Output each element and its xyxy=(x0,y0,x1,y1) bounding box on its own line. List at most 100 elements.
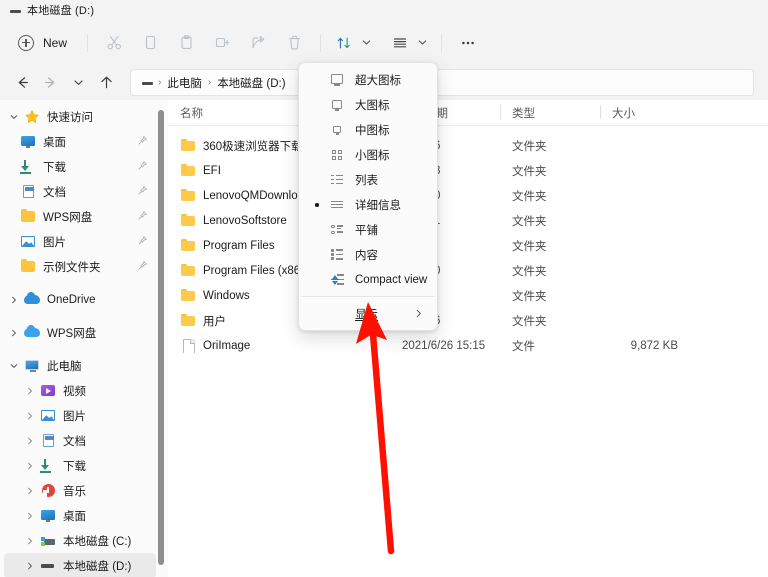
table-row[interactable]: 用户 7 16:06 文件夹 xyxy=(168,308,768,333)
folder-icon xyxy=(20,208,37,225)
chevron-right-icon[interactable] xyxy=(20,412,40,420)
breadcrumb-item-1[interactable]: 本地磁盘 (D:) xyxy=(213,75,289,91)
cloud-icon xyxy=(24,291,41,308)
sidebar-item-documents-pc[interactable]: 文档 xyxy=(4,428,156,453)
column-header-type[interactable]: 类型 xyxy=(500,100,600,126)
sidebar-item-drive-c[interactable]: 本地磁盘 (C:) xyxy=(4,528,156,553)
pin-icon[interactable] xyxy=(137,135,148,149)
sidebar-item-documents[interactable]: 文档 xyxy=(4,179,156,204)
sidebar-item-wps-cloud-folder[interactable]: WPS网盘 xyxy=(4,204,156,229)
table-row[interactable]: Program Files 2:41 文件夹 xyxy=(168,233,768,258)
table-row[interactable]: LenovoSoftstore 6 23:31 文件夹 xyxy=(168,208,768,233)
sidebar-item-downloads[interactable]: 下载 xyxy=(4,154,156,179)
small-icons-icon xyxy=(328,146,346,164)
sidebar-item-downloads-pc[interactable]: 下载 xyxy=(4,453,156,478)
table-row[interactable]: EFI 6 17:18 文件夹 xyxy=(168,158,768,183)
cut-button[interactable] xyxy=(96,28,132,58)
chevron-down-icon[interactable] xyxy=(4,113,24,121)
sidebar-item-desktop-pc[interactable]: 桌面 xyxy=(4,503,156,528)
view-dropdown-menu[interactable]: 超大图标 大图标 中图标 小图标 列表 详细信息 平铺 内容 xyxy=(298,62,438,331)
sidebar-item-videos[interactable]: 视频 xyxy=(4,378,156,403)
sidebar-item-label: 图片 xyxy=(43,234,66,250)
chevron-right-icon[interactable] xyxy=(20,387,40,395)
selected-indicator xyxy=(315,203,319,207)
view-chevron-down-icon[interactable] xyxy=(413,28,431,58)
chevron-right-icon[interactable] xyxy=(20,537,40,545)
copy-button[interactable] xyxy=(132,28,168,58)
chevron-right-icon[interactable] xyxy=(20,487,40,495)
drive-c-icon xyxy=(40,532,57,549)
table-row[interactable]: OriImage 2021/6/26 15:15 文件 9,872 KB xyxy=(168,333,768,358)
sidebar-item-music[interactable]: 音乐 xyxy=(4,478,156,503)
pin-icon[interactable] xyxy=(137,185,148,199)
sidebar-scrollbar-thumb[interactable] xyxy=(158,110,164,565)
column-header-label: 大小 xyxy=(612,105,635,121)
chevron-right-icon[interactable] xyxy=(4,329,24,337)
sidebar-item-label: OneDrive xyxy=(47,294,96,306)
chevron-right-icon[interactable] xyxy=(20,512,40,520)
pin-icon[interactable] xyxy=(137,260,148,274)
column-header-label: 类型 xyxy=(512,105,535,121)
video-icon xyxy=(40,382,57,399)
chevron-right-icon[interactable] xyxy=(20,562,40,570)
share-button[interactable] xyxy=(240,28,276,58)
menu-item-medium-icons[interactable]: 中图标 xyxy=(302,117,434,142)
chevron-right-icon[interactable] xyxy=(20,437,40,445)
pin-icon[interactable] xyxy=(137,235,148,249)
menu-item-tiles[interactable]: 平铺 xyxy=(302,217,434,242)
view-options-button[interactable] xyxy=(385,28,433,58)
sidebar-item-wps-cloud[interactable]: WPS网盘 xyxy=(4,320,156,345)
breadcrumb-drive-icon xyxy=(141,76,154,89)
sidebar-item-label: WPS网盘 xyxy=(43,209,92,225)
chevron-right-icon[interactable] xyxy=(20,462,40,470)
menu-item-label: 平铺 xyxy=(355,222,378,238)
more-options-button[interactable] xyxy=(450,28,486,58)
clipboard-icon xyxy=(178,34,195,51)
back-button[interactable] xyxy=(8,69,36,97)
file-type: 文件夹 xyxy=(500,313,600,329)
delete-button[interactable] xyxy=(276,28,312,58)
breadcrumb-item-0[interactable]: 此电脑 xyxy=(163,75,206,91)
sidebar-item-desktop[interactable]: 桌面 xyxy=(4,129,156,154)
sidebar-item-sample-folder[interactable]: 示例文件夹 xyxy=(4,254,156,279)
new-button[interactable]: New xyxy=(14,28,79,58)
navigation-pane[interactable]: 快速访问 桌面 下载 文档 WPS网盘 xyxy=(0,100,160,577)
sort-button[interactable] xyxy=(329,28,377,58)
paste-button[interactable] xyxy=(168,28,204,58)
sidebar-scrollbar[interactable] xyxy=(157,100,166,577)
sidebar-item-drive-d[interactable]: 本地磁盘 (D:) xyxy=(4,553,156,577)
file-type: 文件 xyxy=(500,338,600,354)
chevron-right-icon[interactable] xyxy=(4,296,24,304)
recent-locations-button[interactable] xyxy=(64,69,92,97)
menu-item-small-icons[interactable]: 小图标 xyxy=(302,142,434,167)
sidebar-item-onedrive[interactable]: OneDrive xyxy=(4,287,156,312)
table-row[interactable]: Windows 4:07 文件夹 xyxy=(168,283,768,308)
forward-button[interactable] xyxy=(36,69,64,97)
rename-button[interactable] xyxy=(204,28,240,58)
sidebar-item-pictures-pc[interactable]: 图片 xyxy=(4,403,156,428)
pin-icon[interactable] xyxy=(137,160,148,174)
menu-item-details[interactable]: 详细信息 xyxy=(302,192,434,217)
chevron-down-icon[interactable] xyxy=(4,362,24,370)
file-type: 文件夹 xyxy=(500,263,600,279)
menu-item-list[interactable]: 列表 xyxy=(302,167,434,192)
menu-item-large-icons[interactable]: 大图标 xyxy=(302,92,434,117)
menu-item-label: 列表 xyxy=(355,172,378,188)
pin-icon[interactable] xyxy=(137,210,148,224)
up-button[interactable] xyxy=(92,69,120,97)
menu-item-content[interactable]: 内容 xyxy=(302,242,434,267)
file-list-pane[interactable]: 名称 修改日期 类型 大小 360极速浏览器下载 3 17:26 文件夹 xyxy=(168,100,768,577)
sidebar-group-quick-access[interactable]: 快速访问 xyxy=(4,104,156,129)
sort-chevron-down-icon[interactable] xyxy=(357,28,375,58)
file-size: 9,872 KB xyxy=(600,340,690,352)
sidebar-item-pictures[interactable]: 图片 xyxy=(4,229,156,254)
column-header-size[interactable]: 大小 xyxy=(600,100,690,126)
menu-item-extra-large-icons[interactable]: 超大图标 xyxy=(302,67,434,92)
table-row[interactable]: Program Files (x86) 6 15:00 文件夹 xyxy=(168,258,768,283)
sidebar-item-this-pc[interactable]: 此电脑 xyxy=(4,353,156,378)
menu-item-label: 内容 xyxy=(355,247,378,263)
menu-item-compact-view[interactable]: Compact view xyxy=(302,267,434,292)
breadcrumb[interactable]: › 此电脑 › 本地磁盘 (D:) xyxy=(130,69,754,96)
table-row[interactable]: LenovoQMDownload 6 19:40 文件夹 xyxy=(168,183,768,208)
table-row[interactable]: 360极速浏览器下载 3 17:26 文件夹 xyxy=(168,133,768,158)
